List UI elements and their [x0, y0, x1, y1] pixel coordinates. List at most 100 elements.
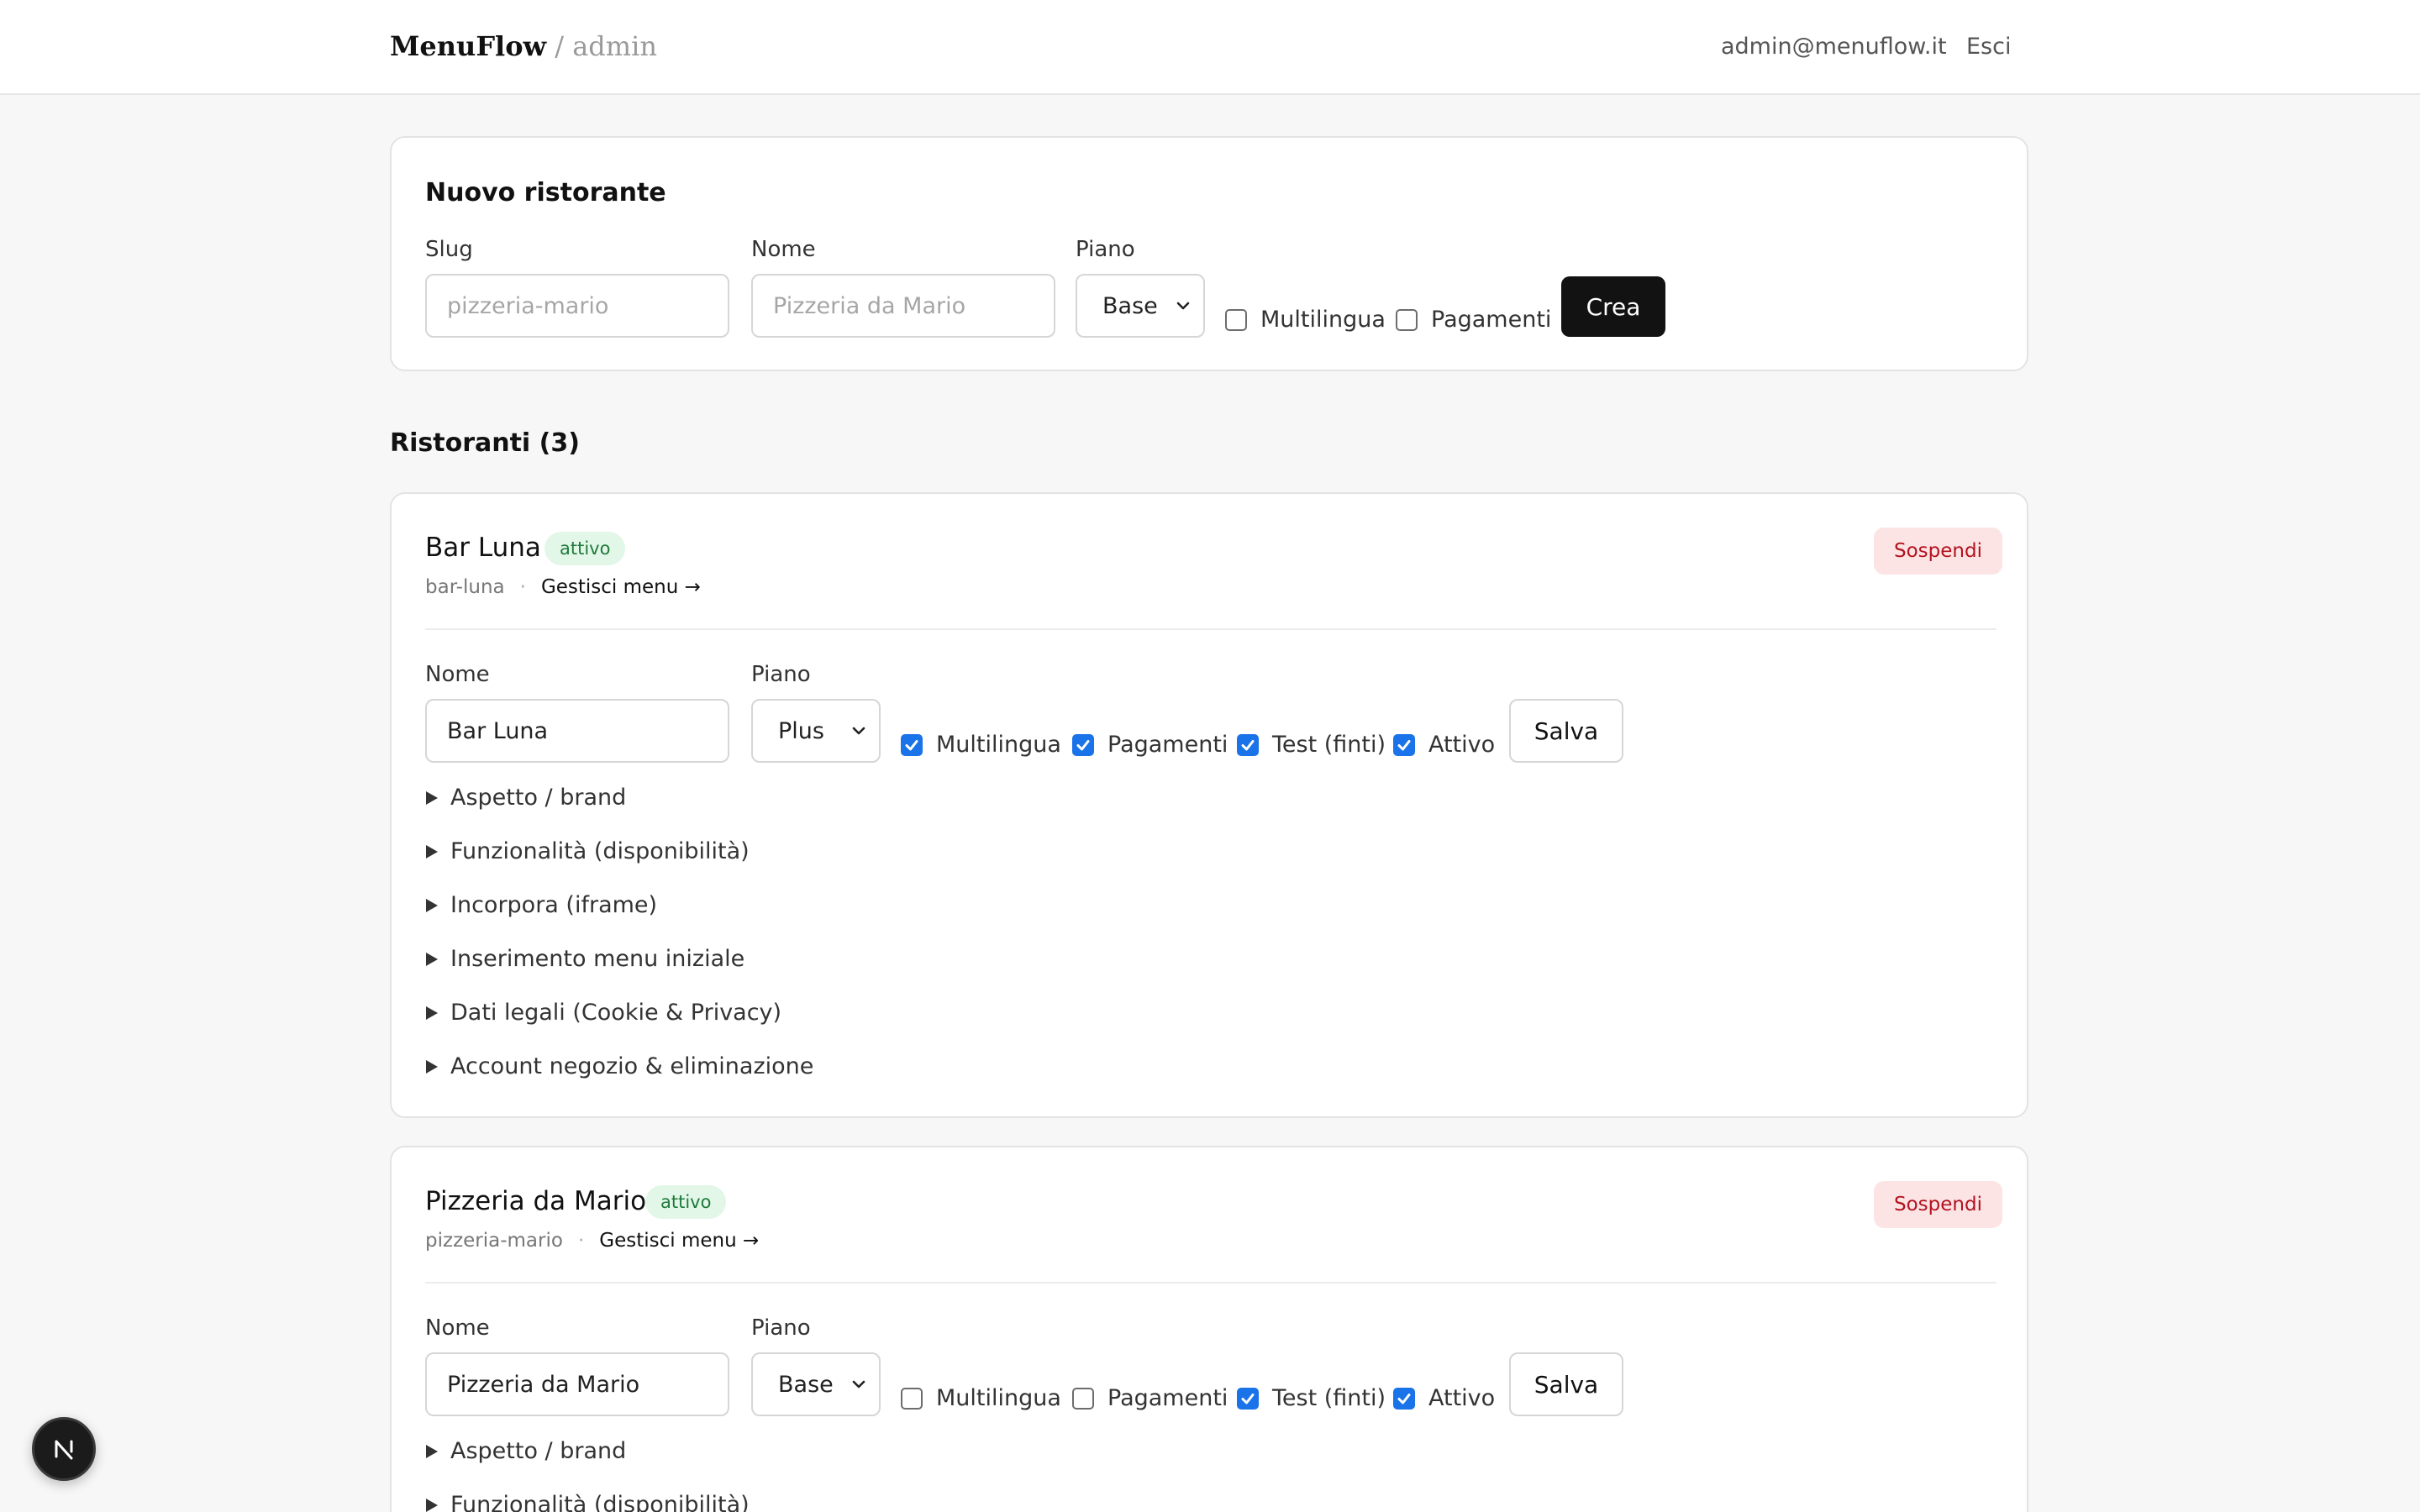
- active-checkbox[interactable]: Attivo: [1393, 1385, 1495, 1411]
- top-bar: MenuFlow / admin admin@menuflow.it Esci: [0, 0, 2420, 95]
- save-button[interactable]: Salva: [1509, 699, 1623, 763]
- triangle-right-icon: [426, 1498, 438, 1512]
- suspend-button[interactable]: Sospendi: [1874, 1181, 2002, 1228]
- multilingual-checkbox[interactable]: Multilingua: [901, 1385, 1061, 1411]
- checkbox-box[interactable]: [901, 1387, 923, 1410]
- section-label: Dati legali (Cookie & Privacy): [450, 1000, 782, 1026]
- nextjs-logo-icon: [55, 1440, 73, 1460]
- save-button[interactable]: Salva: [1509, 1352, 1623, 1416]
- plan-select-value: Base: [1102, 292, 1158, 319]
- section-label: Aspetto / brand: [450, 785, 627, 811]
- checkbox-label: Test (finti): [1272, 1385, 1386, 1411]
- checkmark-icon: [1397, 739, 1411, 750]
- restaurant-slug: bar-luna: [425, 576, 505, 598]
- plan-select-value: Plus: [778, 717, 824, 744]
- section-features[interactable]: Funzionalità (disponibilità): [425, 1492, 750, 1512]
- separator-dot: ·: [519, 576, 526, 598]
- nextjs-dev-badge[interactable]: [32, 1417, 96, 1481]
- brand-logo[interactable]: MenuFlow / admin: [390, 30, 657, 62]
- create-button[interactable]: Crea: [1561, 276, 1665, 337]
- logout-link[interactable]: Esci: [1966, 34, 2011, 60]
- plan-select-value: Base: [778, 1371, 834, 1398]
- multilingual-checkbox[interactable]: Multilingua: [1225, 307, 1386, 333]
- section-label: Funzionalità (disponibilità): [450, 1492, 750, 1512]
- triangle-right-icon: [426, 1059, 438, 1074]
- section-embed[interactable]: Incorpora (iframe): [425, 892, 657, 918]
- manage-menu-link[interactable]: Gestisci menu →: [599, 1230, 759, 1252]
- checkmark-icon: [1397, 1393, 1411, 1404]
- chevron-down-icon: [852, 1380, 865, 1389]
- restaurant-name: Pizzeria da Mario: [425, 1186, 647, 1216]
- section-account[interactable]: Account negozio & eliminazione: [425, 1053, 813, 1079]
- checkmark-icon: [1076, 739, 1090, 750]
- checkbox-box[interactable]: [1396, 308, 1418, 331]
- suspend-button[interactable]: Sospendi: [1874, 528, 2002, 575]
- section-brand[interactable]: Aspetto / brand: [425, 785, 626, 811]
- section-label: Incorpora (iframe): [450, 892, 658, 918]
- section-brand[interactable]: Aspetto / brand: [425, 1438, 626, 1464]
- chevron-down-icon: [1176, 302, 1190, 310]
- separator-dot: ·: [577, 1230, 585, 1252]
- checkbox-box[interactable]: [1393, 733, 1415, 756]
- checkbox-box[interactable]: [1072, 1387, 1094, 1410]
- manage-menu-link[interactable]: Gestisci menu →: [541, 576, 701, 598]
- payments-checkbox[interactable]: Pagamenti: [1072, 1385, 1228, 1411]
- checkbox-label: Pagamenti: [1431, 307, 1552, 333]
- restaurant-card: Pizzeria da Mario attivo pizzeria-mario …: [390, 1146, 2028, 1512]
- section-features[interactable]: Funzionalità (disponibilità): [425, 838, 750, 864]
- plan-label: Piano: [1076, 237, 1135, 262]
- name-label: Nome: [425, 1315, 490, 1341]
- card-divider: [425, 1282, 1996, 1284]
- slug-label: Slug: [425, 237, 473, 262]
- new-restaurant-card: Nuovo ristorante Slug Nome Piano Base Mu…: [390, 136, 2028, 371]
- name-label: Nome: [751, 237, 816, 262]
- active-checkbox[interactable]: Attivo: [1393, 732, 1495, 758]
- checkbox-box[interactable]: [1393, 1387, 1415, 1410]
- plan-label: Piano: [751, 662, 811, 687]
- checkbox-label: Pagamenti: [1107, 732, 1228, 758]
- multilingual-checkbox[interactable]: Multilingua: [901, 732, 1061, 758]
- slug-input[interactable]: [425, 274, 729, 338]
- triangle-right-icon: [426, 898, 438, 912]
- status-badge: attivo: [645, 1185, 727, 1219]
- section-label: Account negozio & eliminazione: [450, 1053, 814, 1079]
- plan-select[interactable]: Base: [1076, 274, 1205, 338]
- section-label: Funzionalità (disponibilità): [450, 838, 750, 864]
- checkbox-box[interactable]: [1225, 308, 1247, 331]
- slug-line: pizzeria-mario · Gestisci menu →: [425, 1230, 759, 1252]
- slug-line: bar-luna · Gestisci menu →: [425, 576, 701, 598]
- checkbox-box[interactable]: [901, 733, 923, 756]
- restaurants-heading: Ristoranti (3): [390, 428, 580, 458]
- triangle-right-icon: [426, 952, 438, 966]
- test-checkbox[interactable]: Test (finti): [1237, 732, 1386, 758]
- triangle-right-icon: [426, 790, 438, 805]
- triangle-right-icon: [426, 1444, 438, 1458]
- brand-subtitle: / admin: [546, 30, 657, 62]
- section-label: Aspetto / brand: [450, 1438, 627, 1464]
- plan-select[interactable]: Plus: [751, 699, 881, 763]
- checkbox-box[interactable]: [1237, 733, 1259, 756]
- name-input[interactable]: [425, 699, 729, 763]
- status-badge: attivo: [544, 532, 626, 565]
- checkbox-label: Pagamenti: [1107, 1385, 1228, 1411]
- checkbox-label: Multilingua: [1260, 307, 1386, 333]
- section-legal[interactable]: Dati legali (Cookie & Privacy): [425, 1000, 781, 1026]
- user-email: admin@menuflow.it: [1721, 34, 1947, 60]
- checkbox-box[interactable]: [1072, 733, 1094, 756]
- triangle-right-icon: [426, 844, 438, 858]
- checkmark-icon: [1241, 1393, 1255, 1404]
- checkbox-label: Multilingua: [936, 732, 1061, 758]
- section-initial-menu[interactable]: Inserimento menu iniziale: [425, 946, 744, 972]
- payments-checkbox[interactable]: Pagamenti: [1072, 732, 1228, 758]
- checkbox-box[interactable]: [1237, 1387, 1259, 1410]
- section-label: Inserimento menu iniziale: [450, 946, 745, 972]
- name-input[interactable]: [751, 274, 1055, 338]
- test-checkbox[interactable]: Test (finti): [1237, 1385, 1386, 1411]
- plan-select[interactable]: Base: [751, 1352, 881, 1416]
- checkmark-icon: [1241, 739, 1255, 750]
- checkbox-label: Test (finti): [1272, 732, 1386, 758]
- payments-checkbox[interactable]: Pagamenti: [1396, 307, 1551, 333]
- restaurant-slug: pizzeria-mario: [425, 1230, 563, 1252]
- new-restaurant-title: Nuovo ristorante: [425, 178, 666, 207]
- name-input[interactable]: [425, 1352, 729, 1416]
